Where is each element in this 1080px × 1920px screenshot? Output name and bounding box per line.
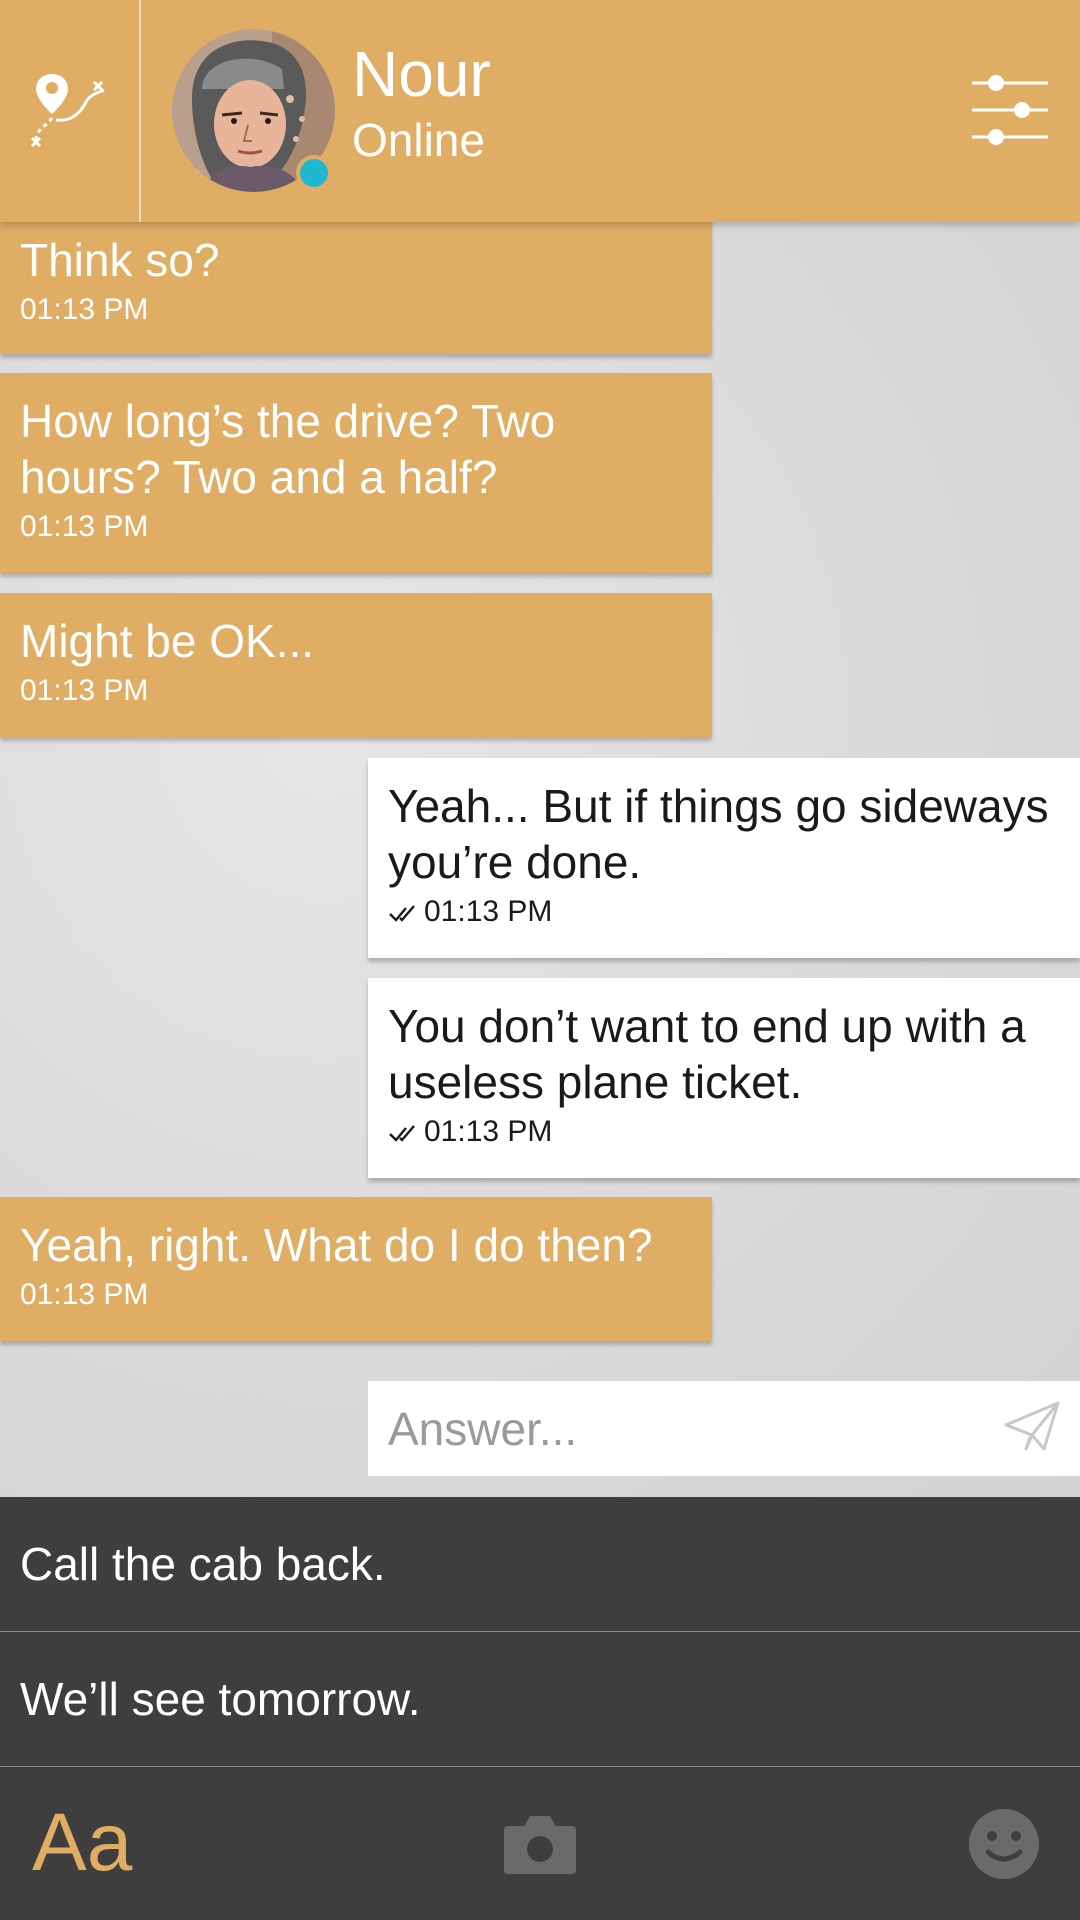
message-meta: 01:13 PM: [388, 894, 1060, 930]
camera-icon: [504, 1816, 576, 1874]
bottom-toolbar: Aa: [0, 1768, 1080, 1920]
settings-button[interactable]: [960, 70, 1050, 155]
camera-button[interactable]: [502, 1814, 578, 1879]
message-bubble-incoming: Yeah, right. What do I do then? 01:13 PM: [0, 1197, 712, 1341]
message-bubble-incoming: How long’s the drive? Two hours? Two and…: [0, 373, 712, 573]
message-text: How long’s the drive? Two hours? Two and…: [20, 395, 556, 503]
message-time: 01:13 PM: [20, 674, 149, 707]
map-route-button[interactable]: [0, 0, 141, 222]
read-ticks-icon: [389, 905, 415, 922]
message-time: 01:13 PM: [424, 1115, 553, 1148]
message-text: Think so?: [20, 234, 220, 286]
message-text: Yeah... But if things go sideways you’re…: [388, 780, 1049, 888]
send-button[interactable]: [1004, 1401, 1060, 1458]
message-bubble-outgoing: Yeah... But if things go sideways you’re…: [368, 758, 1080, 958]
map-route-icon: [30, 74, 105, 148]
reply-choice[interactable]: We’ll see tomorrow.: [0, 1632, 1080, 1767]
message-time: 01:13 PM: [20, 293, 149, 326]
font-size-button[interactable]: Aa: [32, 1798, 132, 1888]
paper-plane-icon: [1004, 1401, 1060, 1451]
message-text: Yeah, right. What do I do then?: [20, 1219, 653, 1271]
answer-input[interactable]: [388, 1381, 948, 1476]
smiley-icon: [969, 1809, 1039, 1879]
message-bubble-outgoing: You don’t want to end up with a useless …: [368, 978, 1080, 1178]
reply-choice[interactable]: Call the cab back.: [0, 1497, 1080, 1632]
contact-name: Nour: [352, 38, 491, 110]
reply-choices: Call the cab back. We’ll see tomorrow.: [0, 1497, 1080, 1768]
emoji-button[interactable]: [968, 1808, 1040, 1885]
answer-composer: [368, 1381, 1080, 1476]
sliders-icon: [972, 75, 1048, 145]
chat-header: Nour Online: [0, 0, 1080, 222]
message-meta: 01:13 PM: [388, 1114, 1060, 1150]
contact-status: Online: [352, 114, 485, 166]
message-bubble-incoming: Might be OK... 01:13 PM: [0, 593, 712, 737]
message-bubble-incoming: Think so? 01:13 PM: [0, 222, 712, 354]
message-time: 01:13 PM: [20, 510, 149, 543]
message-text: You don’t want to end up with a useless …: [388, 1000, 1026, 1108]
message-text: Might be OK...: [20, 615, 315, 667]
message-time: 01:13 PM: [424, 895, 553, 928]
online-status-dot: [296, 155, 332, 191]
message-time: 01:13 PM: [20, 1278, 149, 1311]
message-list[interactable]: Think so? 01:13 PM How long’s the drive?…: [0, 222, 1080, 1497]
read-ticks-icon: [389, 1125, 415, 1142]
